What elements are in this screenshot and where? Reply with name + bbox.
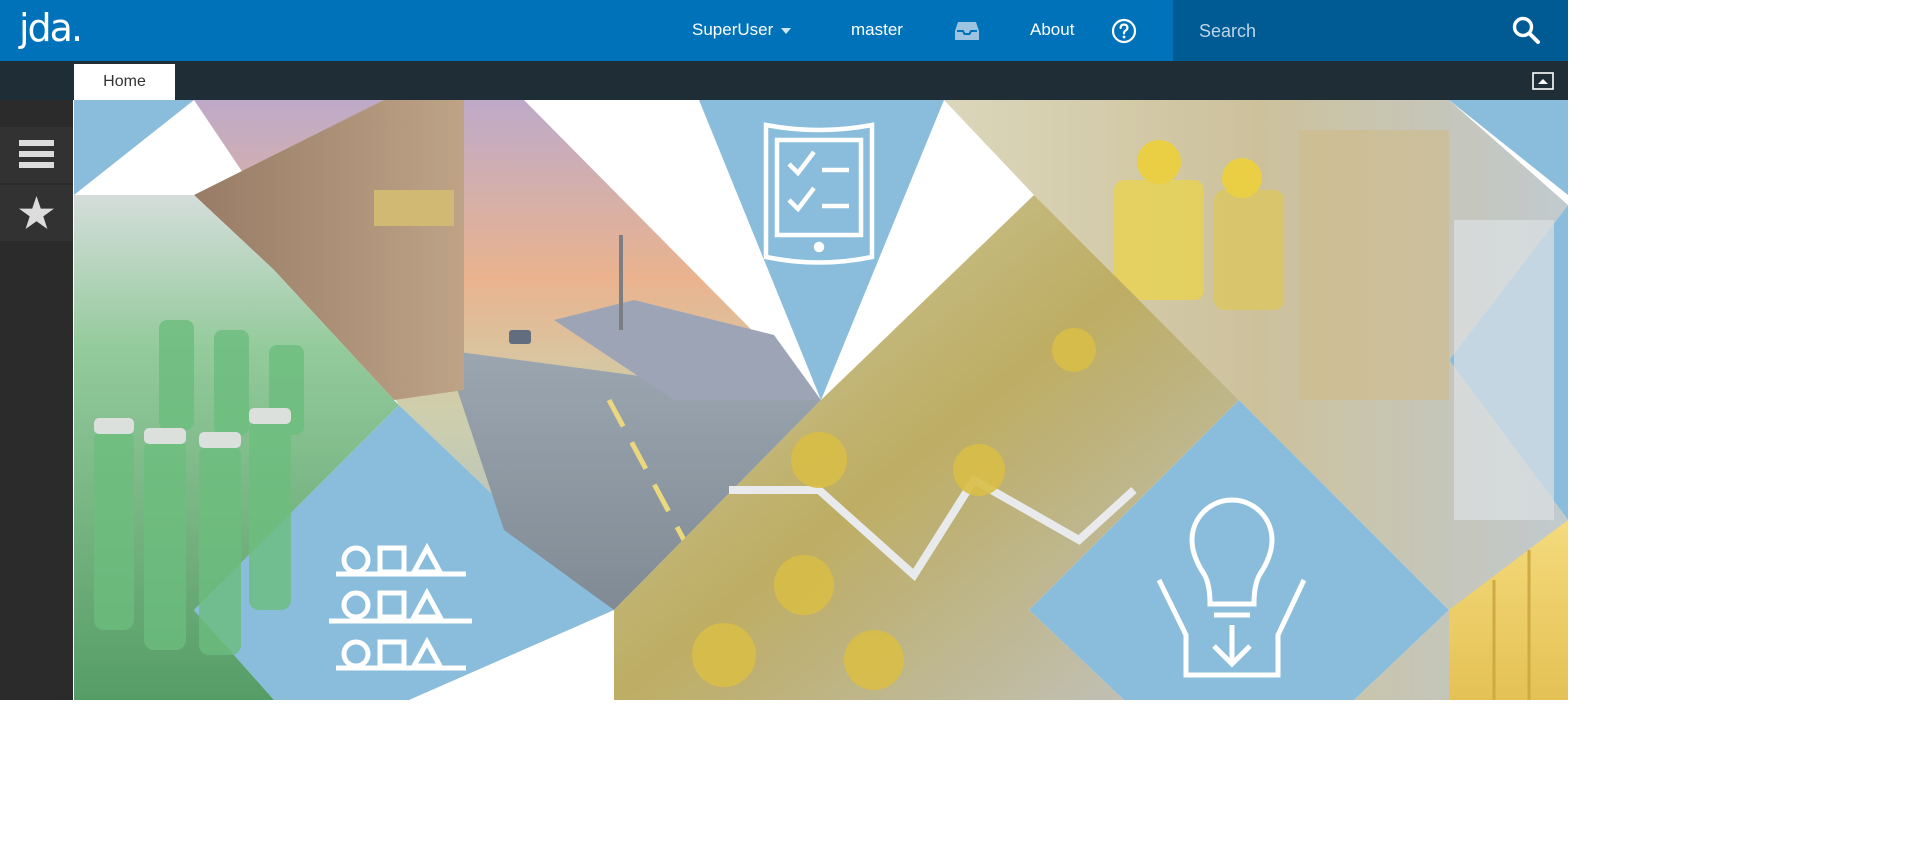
hero-mosaic [74,100,1568,700]
search-icon[interactable] [1511,15,1541,45]
top-header: jda. SuperUser master About [0,0,1568,61]
search-input[interactable] [1199,17,1499,45]
collapse-panel-icon[interactable] [1532,72,1554,90]
tab-home[interactable]: Home [74,64,175,100]
left-sidebar [0,100,73,700]
user-menu[interactable]: SuperUser [692,20,792,40]
star-icon [19,196,54,229]
home-hero-banner [74,100,1568,700]
jda-logo[interactable]: jda. [19,6,83,50]
instance-label[interactable]: master [851,20,903,40]
chevron-down-icon [781,27,792,34]
tab-strip: Home [0,61,1568,100]
search-box [1173,0,1568,61]
inbox-icon[interactable] [955,21,979,41]
sidebar-menu-button[interactable] [0,127,73,183]
user-name: SuperUser [692,20,774,39]
hamburger-menu-icon [19,140,54,168]
help-circle-icon[interactable] [1111,18,1137,44]
sidebar-favorites-button[interactable] [0,185,73,241]
about-link[interactable]: About [1030,20,1074,40]
